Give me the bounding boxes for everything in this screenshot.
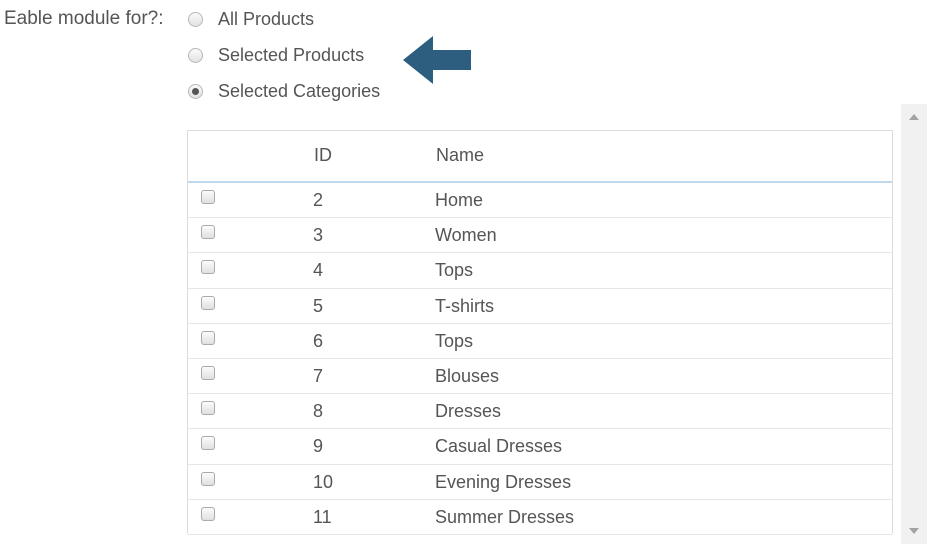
radio-selected-products[interactable] [188,47,203,63]
table-body: 2 Home 3 Women 4 Tops 5 T-shirts 6 Tops 7 Blouses 8 D… [188,183,892,535]
enable-module-label: Eable module for?: [4,8,164,29]
table-row[interactable]: 11 Summer Dresses [188,500,892,535]
cell-id: 11 [313,506,332,527]
cell-name: Summer Dresses [435,506,575,527]
scroll-up-arrow-icon[interactable] [909,114,919,120]
row-checkbox[interactable] [201,401,215,416]
cell-name: Tops [435,260,474,281]
row-checkbox[interactable] [201,471,215,486]
table-row[interactable]: 5 T-shirts [188,289,892,324]
row-checkbox[interactable] [201,225,215,240]
radio-option-selected-products[interactable]: Selected Products [187,43,364,67]
cell-name: Dresses [435,401,502,422]
table-row[interactable]: 9 Casual Dresses [188,429,892,465]
cell-name: Casual Dresses [435,436,563,457]
row-checkbox[interactable] [201,506,215,521]
cell-id: 10 [313,471,334,492]
arrow-left-shape [403,36,471,84]
table-header-row: ID Name [188,131,892,183]
row-checkbox[interactable] [201,260,215,275]
radio-all-products[interactable] [188,11,203,27]
cell-name: Tops [435,330,474,351]
cell-id: 3 [313,225,324,246]
cell-name: Evening Dresses [435,471,572,492]
cell-id: 6 [313,330,324,351]
cell-id: 4 [313,260,324,281]
cell-id: 2 [313,190,324,210]
cell-id: 8 [313,401,324,422]
row-checkbox[interactable] [201,436,215,451]
table-row[interactable]: 3 Women [188,218,892,254]
table-row[interactable]: 4 Tops [188,253,892,289]
column-header-name[interactable]: Name [436,145,484,166]
radio-selected-categories[interactable] [188,83,203,99]
radio-label-selected-products: Selected Products [218,44,365,65]
table-row[interactable]: 7 Blouses [188,359,892,395]
radio-option-all-products[interactable]: All Products [187,7,314,31]
scroll-down-arrow-icon[interactable] [909,528,919,534]
table-row[interactable]: 8 Dresses [188,394,892,430]
radio-option-selected-categories[interactable]: Selected Categories [187,79,380,103]
cell-id: 5 [313,295,324,316]
table-row[interactable]: 10 Evening Dresses [188,465,892,500]
row-checkbox[interactable] [201,330,215,345]
row-checkbox[interactable] [201,295,215,310]
column-header-id[interactable]: ID [314,145,332,166]
cell-name: Blouses [435,365,500,386]
arrow-left-icon [403,36,471,84]
row-checkbox[interactable] [201,190,215,204]
cell-id: 9 [313,436,324,457]
cell-name: Women [435,225,497,246]
radio-label-selected-categories: Selected Categories [218,80,381,101]
module-settings-panel: Eable module for?: All Products Selected… [0,0,940,549]
cell-name: T-shirts [435,295,495,316]
cell-id: 7 [313,365,324,386]
table-row[interactable]: 2 Home [188,183,892,219]
table-row[interactable]: 6 Tops [188,324,892,359]
vertical-scrollbar[interactable] [901,104,927,544]
cell-name: Home [435,190,484,210]
row-checkbox[interactable] [201,365,215,380]
categories-table: ID Name 2 Home 3 Women 4 Tops 5 T-shirts 6 Tops 7 B… [187,130,893,535]
radio-label-all-products: All Products [218,8,315,29]
